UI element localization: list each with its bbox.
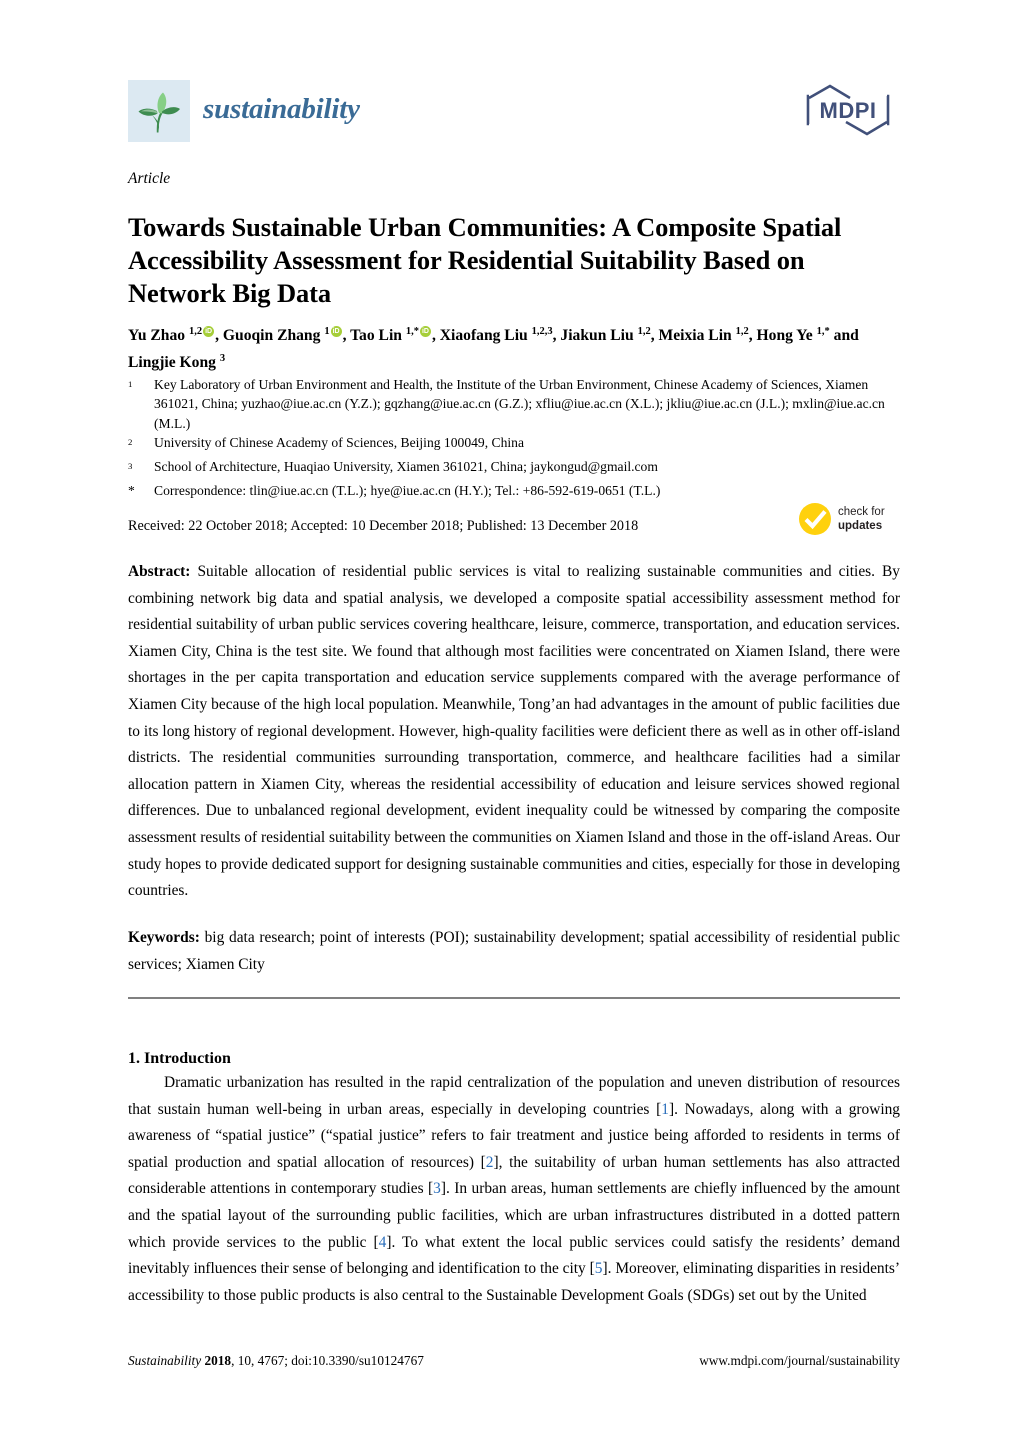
seedling-leaf-icon [128,80,190,142]
journal-brand[interactable]: sustainability [128,80,360,142]
check-circle-icon [799,503,831,535]
affiliation-list: 1 Key Laboratory of Urban Environment and… [128,375,903,500]
svg-text:MDPI: MDPI [820,98,877,123]
cfu-line-1: check for [838,506,885,518]
section-heading-introduction: 1. Introduction [128,1050,231,1068]
affiliation-text: Correspondence: tlin@iue.ac.cn (T.L.); h… [154,483,661,499]
page-title: Towards Sustainable Urban Communities: A… [128,211,842,308]
authors-rendered: Yu Zhao 1,2, Guoqin Zhang 1, Tao Lin 1,*… [128,326,859,371]
author-name: Tao Lin [350,327,406,345]
affiliation-text: University of Chinese Academy of Science… [154,435,524,451]
footer-volume: , 10, 4767; doi:10.3390/su10124767 [231,1353,424,1368]
reference-link[interactable]: 1 [661,1101,669,1118]
footer-year: 2018 [204,1353,232,1368]
author-list: Yu Zhao 1,2, Guoqin Zhang 1, Tao Lin 1,*… [128,320,898,374]
affiliation-row: 2 University of Chinese Academy of Scienc… [128,433,903,457]
author-affiliation-marker: 1,2 [735,326,749,337]
affiliation-marker: 3 [128,461,133,472]
keywords-text: big data research; point of interests (P… [128,929,900,973]
page-footer: Sustainability 2018, 10, 4767; doi:10.33… [128,1353,900,1369]
affiliation-marker: 1 [128,379,133,389]
author-separator: , [748,327,757,345]
affiliation-text: School of Architecture, Huaqiao Universi… [154,459,658,475]
check-for-updates-badge[interactable]: check for updates [798,502,885,536]
section-divider [128,997,900,999]
article-page: sustainability MDPI Article Towards Sust… [0,0,1020,1442]
introduction-paragraph: Dramatic urbanization has resulted in th… [128,1070,900,1309]
article-type-label: Article [128,170,171,187]
orcid-icon[interactable] [330,326,342,338]
author-affiliation-marker: 1,2,3 [531,326,553,337]
author-separator: , [215,327,223,345]
author-separator: , [431,327,440,345]
orcid-icon[interactable] [419,326,431,338]
author-name: Jiakun Liu [560,327,638,345]
author-name: Xiaofang Liu [439,327,532,345]
publication-dates: Received: 22 October 2018; Accepted: 10 … [128,518,639,534]
author-separator: , [650,327,659,345]
abstract-label: Abstract: [128,563,191,580]
author-name: Hong Ye [756,327,817,345]
author-separator: , [342,327,351,345]
abstract-text: Suitable allocation of residential publi… [128,563,900,900]
affiliation-row: 1 Key Laboratory of Urban Environment and… [128,375,903,433]
journal-title: sustainability [203,92,360,125]
author-affiliation-marker: 1,2 [188,326,203,337]
keywords-section: Keywords: big data research; point of in… [128,925,900,978]
footer-citation: Sustainability 2018, 10, 4767; doi:10.33… [128,1353,424,1369]
affiliation-marker: 2 [128,437,133,448]
reference-link[interactable]: 3 [433,1180,441,1197]
author-affiliation-marker: 1 [324,326,330,337]
footer-journal-name: Sustainability [128,1353,202,1368]
abstract-section: Abstract: Suitable allocation of residen… [128,559,900,905]
author-affiliation-marker: 1,* [405,326,419,337]
affiliation-row: * Correspondence: tlin@iue.ac.cn (T.L.); … [128,481,903,500]
author-affiliation-marker: 1,2 [637,326,651,337]
affiliation-row: 3 School of Architecture, Huaqiao Univers… [128,457,903,481]
affiliation-marker: * [128,483,135,499]
author-name: Guoqin Zhang [222,327,325,345]
author-name: Meixia Lin [658,327,736,345]
author-affiliation-marker: 3 [219,353,226,365]
cfu-line-2: updates [838,520,883,532]
check-for-updates-text: check for updates [838,505,885,533]
orcid-icon[interactable] [203,326,215,338]
mdpi-logo-icon[interactable]: MDPI [800,82,896,138]
affiliation-text: Key Laboratory of Urban Environment and … [154,377,885,431]
page-header: sustainability MDPI [128,80,896,152]
footer-url[interactable]: www.mdpi.com/journal/sustainability [699,1353,900,1369]
keywords-label: Keywords: [128,929,200,946]
author-name: Yu Zhao [128,327,189,345]
author-affiliation-marker: 1,* [816,326,830,337]
